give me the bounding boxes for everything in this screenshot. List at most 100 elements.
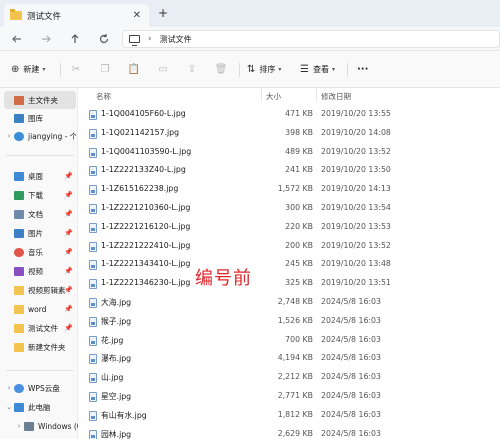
chevron-right-icon[interactable]: › [4, 384, 14, 392]
file-row[interactable]: 1-1Z2221343410-L.jpg 245 KB 2019/10/20 13:… [78, 256, 500, 275]
file-row[interactable]: 花.jpg 700 KB 2024/5/8 16:03 [78, 332, 500, 351]
tab-test-files[interactable]: 测试文件 ✕ [4, 4, 149, 27]
sidebar-item-new-folder[interactable]: 新建文件夹 [4, 338, 76, 356]
file-date: 2024/5/8 16:03 [321, 353, 381, 363]
address-path[interactable]: 测试文件 [160, 34, 192, 45]
sidebar-item-label: 测试文件 [28, 323, 58, 333]
divider [239, 63, 240, 77]
pin-icon: 📌 [64, 191, 73, 199]
view-button[interactable]: ☰ 查看 ▾ [300, 61, 335, 77]
back-icon[interactable] [9, 31, 25, 47]
file-date: 2019/10/20 13:53 [321, 221, 391, 231]
chevron-right-icon[interactable]: › [14, 422, 24, 430]
sidebar-item-wps[interactable]: › WPS云盘 [4, 379, 76, 397]
chevron-right-icon[interactable]: › [4, 132, 14, 140]
column-header-name[interactable]: 名称 [96, 88, 111, 104]
sidebar-item-label: 音乐 [28, 247, 43, 257]
sidebar-item-cloud[interactable]: › jiangying - 个 [4, 127, 76, 145]
file-date: 2019/10/20 13:55 [321, 109, 391, 118]
sidebar-item-test-files[interactable]: 测试文件 📌 [4, 319, 76, 337]
file-date: 2024/5/8 16:03 [321, 372, 381, 382]
file-row[interactable]: 1-1Q004105F60-L.jpg 471 KB 2019/10/20 13:5… [78, 106, 500, 125]
file-size: 1,572 KB [277, 184, 313, 194]
file-row[interactable]: 1-1Q021142157.jpg 398 KB 2019/10/20 14:08 [78, 125, 500, 144]
file-name: 1-1Z2221210360-L.jpg [101, 203, 191, 212]
address-bar[interactable]: › 测试文件 [122, 30, 500, 48]
sidebar-item-desktop[interactable]: 桌面 📌 [4, 167, 76, 185]
sidebar-item-this-pc[interactable]: ⌄ 此电脑 [4, 398, 76, 416]
more-options-button[interactable]: ··· [357, 61, 368, 77]
rename-icon[interactable]: ▭ [156, 62, 170, 76]
file-size: 220 KB [285, 221, 313, 231]
file-row[interactable]: 1-1Z2221346230-L.jpg 325 KB 2019/10/20 13:… [78, 275, 500, 294]
file-row[interactable]: 山.jpg 2,212 KB 2024/5/8 16:03 [78, 369, 500, 388]
image-file-icon [89, 392, 97, 402]
file-row[interactable]: 星空.jpg 2,771 KB 2024/5/8 16:03 [78, 388, 500, 407]
close-tab-icon[interactable]: ✕ [133, 10, 141, 21]
videos-icon [14, 266, 24, 276]
annotation-text: 编号前 [195, 268, 252, 289]
sidebar-item-music[interactable]: 音乐 📌 [4, 243, 76, 261]
column-header-modified[interactable]: 修改日期 [321, 88, 351, 104]
file-row[interactable]: 大海.jpg 2,748 KB 2024/5/8 16:03 [78, 294, 500, 313]
file-row[interactable]: 园林.jpg 2,629 KB 2024/5/8 16:03 [78, 426, 500, 439]
image-file-icon [89, 260, 97, 271]
image-file-icon [89, 110, 97, 120]
new-tab-button[interactable]: + [158, 6, 168, 20]
sidebar-item-gallery[interactable]: 图库 [4, 109, 76, 127]
share-icon[interactable]: ⇪ [185, 62, 199, 76]
sidebar-item-home[interactable]: 主文件夹 [4, 91, 76, 109]
file-row[interactable]: 1-1Z615162238.jpg 1,572 KB 2019/10/20 14:1… [78, 181, 500, 200]
view-icon: ☰ [300, 63, 309, 75]
forward-icon[interactable] [38, 31, 54, 47]
sidebar-item-label: 主文件夹 [28, 95, 58, 105]
cut-icon[interactable]: ✂ [69, 62, 83, 76]
file-name: 猴子.jpg [101, 316, 132, 326]
file-size: 300 KB [285, 203, 313, 212]
file-size: 2,771 KB [277, 391, 313, 400]
file-name: 有山有水.jpg [101, 410, 147, 420]
file-date: 2024/5/8 16:03 [321, 428, 381, 438]
sidebar-item-word[interactable]: word 📌 [4, 300, 76, 318]
sidebar-item-windows-drive[interactable]: › Windows (C [14, 417, 78, 435]
sidebar-item-downloads[interactable]: 下载 📌 [4, 186, 76, 204]
navigation-pane: 主文件夹 图库 › jiangying - 个 桌面 📌 下载 📌 文档 📌 图… [0, 88, 78, 439]
file-row[interactable]: 有山有水.jpg 1,812 KB 2024/5/8 16:03 [78, 407, 500, 426]
new-button[interactable]: ⊕ 新建 ▾ [11, 61, 45, 77]
refresh-icon[interactable] [96, 31, 112, 47]
sort-button[interactable]: ⇅ 排序 ▾ [247, 61, 281, 77]
file-row[interactable]: 1-1Z222133Z40-L.jpg 241 KB 2019/10/20 13:5… [78, 162, 500, 181]
file-size: 2,212 KB [277, 372, 313, 382]
file-size: 471 KB [285, 109, 313, 118]
copy-icon[interactable]: ❐ [98, 62, 112, 76]
chevron-right-icon[interactable]: › [148, 34, 152, 44]
file-date: 2019/10/20 14:08 [321, 127, 391, 137]
file-date: 2019/10/20 13:52 [321, 240, 391, 250]
file-row[interactable]: 1-1Z2221216120-L.jpg 220 KB 2019/10/20 13:… [78, 219, 500, 238]
file-row[interactable]: 猴子.jpg 1,526 KB 2024/5/8 16:03 [78, 313, 500, 332]
sidebar-item-documents[interactable]: 文档 📌 [4, 205, 76, 223]
file-name: 1-1Z2221222410-L.jpg [101, 240, 191, 250]
sidebar-item-label: 图片 [28, 228, 43, 238]
sidebar-item-pictures[interactable]: 图片 📌 [4, 224, 76, 242]
up-icon[interactable] [67, 31, 83, 47]
chevron-down-icon[interactable]: ⌄ [4, 403, 14, 411]
sidebar-item-video-edit[interactable]: 视频剪辑素 📌 [4, 281, 76, 299]
file-row[interactable]: 1-1Q0041103590-L.jpg 489 KB 2019/10/20 13:… [78, 144, 500, 163]
delete-icon[interactable]: 🗑 [214, 62, 228, 76]
image-file-icon [89, 279, 97, 290]
column-header-size[interactable]: 大小 [266, 88, 281, 104]
image-file-icon [89, 241, 97, 252]
file-size: 398 KB [285, 127, 313, 137]
file-row[interactable]: 1-1Z2221222410-L.jpg 200 KB 2019/10/20 13:… [78, 238, 500, 257]
chevron-down-icon: ▾ [278, 65, 282, 73]
file-row[interactable]: 1-1Z2221210360-L.jpg 300 KB 2019/10/20 13:… [78, 200, 500, 219]
file-row[interactable]: 瀑布.jpg 4,194 KB 2024/5/8 16:03 [78, 350, 500, 369]
file-size: 1,812 KB [277, 409, 313, 419]
paste-icon[interactable]: 📋 [127, 62, 141, 76]
chevron-down-icon: ▾ [42, 65, 46, 73]
cloud-icon [14, 131, 24, 141]
command-bar: ⊕ 新建 ▾ ✂ ❐ 📋 ▭ ⇪ 🗑 ⇅ 排序 ▾ ☰ 查看 ▾ ··· [0, 51, 500, 88]
image-file-icon [89, 410, 97, 421]
sidebar-item-videos[interactable]: 视频 📌 [4, 262, 76, 280]
